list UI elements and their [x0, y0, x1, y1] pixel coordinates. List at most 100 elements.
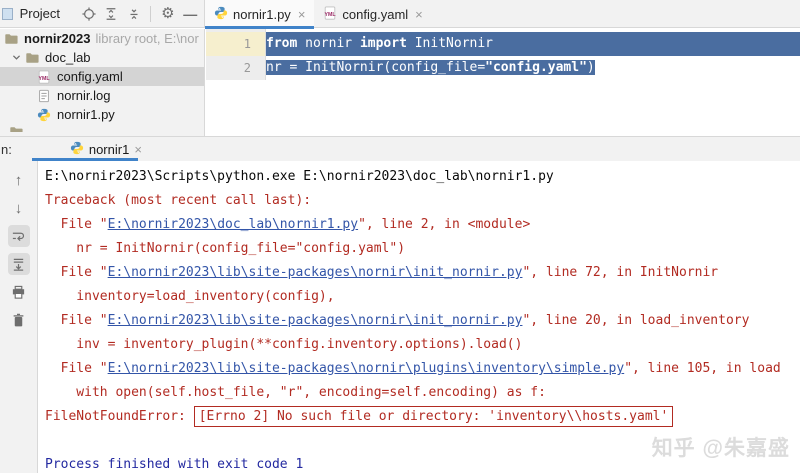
tab-close-icon[interactable]: × [415, 7, 423, 22]
yml-file-icon: YML [323, 5, 337, 23]
console-toolbar: ↑ ↓ [0, 161, 38, 473]
code-token: import [359, 36, 407, 51]
tree-item-nornir2023[interactable]: nornir2023 library root, E:\nor [0, 29, 204, 48]
console-line: File "E:\nornir2023\lib\site-packages\no… [45, 357, 800, 381]
run-panel-header: n: nornir1 × [0, 137, 800, 161]
console-text: ", line 105, in load [624, 361, 781, 376]
tree-item-label: nornir1.py [57, 107, 115, 122]
tree-item-label: config.yaml [57, 69, 123, 84]
log-icon [36, 88, 52, 104]
console-line: File "E:\nornir2023\lib\site-packages\no… [45, 261, 800, 285]
stacktrace-file-link[interactable]: E:\nornir2023\lib\site-packages\nornir\i… [108, 265, 523, 280]
project-panel-title: Project [19, 6, 61, 21]
code-line[interactable]: nr = InitNornir(config_file="config.yaml… [266, 56, 800, 80]
clear-all-icon[interactable] [8, 309, 30, 331]
console-output[interactable]: E:\nornir2023\Scripts\python.exe E:\norn… [38, 161, 800, 473]
top-bar: Project ⚙ — nornir1.py × YML config.yaml × [0, 0, 800, 29]
code-editor[interactable]: 12 from nornir import InitNornir nr = Ini… [206, 29, 800, 136]
tree-item-config.yaml[interactable]: YML config.yaml [0, 67, 204, 86]
console-text: ", line 2, in <module> [358, 217, 531, 232]
down-icon[interactable]: ↓ [8, 197, 30, 219]
console-line: nr = InitNornir(config_file="config.yaml… [45, 237, 800, 261]
console-text: nr = InitNornir(config_file="config.yaml… [45, 241, 406, 256]
tree-item-clipped[interactable] [0, 124, 204, 132]
console-line: Traceback (most recent call last): [45, 189, 800, 213]
tool-window-icon [2, 7, 13, 20]
tree-item-suffix: library root, E:\nor [95, 31, 199, 46]
stacktrace-file-link[interactable]: E:\nornir2023\doc_lab\nornir1.py [108, 217, 358, 232]
settings-gear-icon[interactable]: ⚙ [160, 5, 175, 23]
rerun-up-icon[interactable]: ↑ [8, 169, 30, 191]
py-icon [36, 107, 52, 123]
divider [150, 5, 152, 22]
tree-item-label: nornir2023 [24, 31, 91, 46]
line-number: 1 [206, 32, 265, 56]
console-line: Process finished with exit code 1 [45, 453, 800, 473]
chevron-down-icon[interactable] [8, 52, 24, 63]
project-tree: nornir2023 library root, E:\nor doc_lab YML… [0, 29, 205, 136]
py-file-icon [214, 6, 228, 23]
console-text: FileNotFoundError: [45, 409, 194, 424]
console-text: Traceback (most recent call last): [45, 193, 312, 208]
tab-label: config.yaml [342, 6, 409, 22]
code-token: nornir [297, 36, 360, 51]
error-message-box: [Errno 2] No such file or directory: 'in… [193, 406, 674, 427]
tab-close-icon[interactable]: × [298, 7, 306, 22]
project-panel-header: Project ⚙ — [0, 0, 205, 27]
editor-tab-config.yaml[interactable]: YML config.yaml × [314, 0, 431, 28]
tab-close-icon[interactable]: × [134, 142, 142, 157]
console-line: inventory=load_inventory(config), [45, 285, 800, 309]
folder-icon [8, 124, 24, 132]
console-text: File " [45, 313, 108, 328]
code-token: "config.yaml" [485, 60, 587, 75]
console-line: inv = inventory_plugin(**config.inventor… [45, 333, 800, 357]
console-text: inv = inventory_plugin(**config.inventor… [45, 337, 523, 352]
console-text: with open(self.host_file, "r", encoding=… [45, 385, 546, 400]
console-text: File " [45, 361, 108, 376]
console-line: FileNotFoundError: [Errno 2] No such fil… [45, 405, 800, 429]
svg-text:YML: YML [325, 12, 337, 18]
folder-icon [3, 31, 19, 47]
hide-panel-icon[interactable]: — [183, 5, 198, 23]
editor-tab-bar: nornir1.py × YML config.yaml × [205, 0, 432, 29]
run-tool-window: n: nornir1 × ↑ ↓ E:\nornir2023\Scripts\pyt… [0, 136, 800, 473]
collapse-all-icon[interactable] [126, 5, 141, 23]
folder-icon [24, 50, 40, 66]
console-text: File " [45, 265, 108, 280]
console-text: E:\nornir2023\Scripts\python.exe E:\norn… [45, 169, 554, 184]
expand-all-icon[interactable] [103, 5, 118, 23]
soft-wrap-icon[interactable] [7, 225, 30, 247]
code-token: from [266, 36, 298, 51]
line-number: 2 [243, 61, 251, 75]
console-line: with open(self.host_file, "r", encoding=… [45, 381, 800, 405]
console-text: ", line 72, in InitNornir [522, 265, 719, 280]
tree-item-label: nornir.log [57, 88, 111, 103]
editor-code-area[interactable]: from nornir import InitNornir nr = InitNo… [266, 29, 800, 80]
console-text: Process finished with exit code 1 [45, 457, 304, 472]
console-line: E:\nornir2023\Scripts\python.exe E:\norn… [45, 165, 800, 189]
svg-text:YML: YML [38, 76, 50, 82]
yml-icon: YML [36, 69, 52, 85]
locate-file-icon[interactable] [81, 5, 96, 23]
stacktrace-file-link[interactable]: E:\nornir2023\lib\site-packages\nornir\p… [108, 361, 625, 376]
editor-tab-nornir1.py[interactable]: nornir1.py × [205, 0, 315, 29]
tree-item-label: doc_lab [45, 50, 91, 65]
console-line: File "E:\nornir2023\doc_lab\nornir1.py",… [45, 213, 800, 237]
run-tab-nornir1[interactable]: nornir1 × [31, 137, 150, 161]
code-line[interactable]: from nornir import InitNornir [266, 32, 800, 56]
code-token: nr = InitNornir(config_file= [266, 60, 486, 75]
tree-item-doc_lab[interactable]: doc_lab [0, 48, 204, 67]
console-text: inventory=load_inventory(config), [45, 289, 335, 304]
editor-gutter: 12 [206, 29, 266, 80]
scroll-to-end-icon[interactable] [7, 253, 30, 275]
console-text: ", line 20, in load_inventory [522, 313, 750, 328]
console-line: File "E:\nornir2023\lib\site-packages\no… [45, 309, 800, 333]
run-panel-label: n: [1, 141, 12, 157]
print-icon[interactable] [8, 281, 30, 303]
stacktrace-file-link[interactable]: E:\nornir2023\lib\site-packages\nornir\i… [108, 313, 523, 328]
code-token: ) [586, 60, 595, 75]
tree-item-nornir.log[interactable]: nornir.log [0, 86, 204, 105]
code-token: InitNornir [406, 36, 493, 51]
tree-item-nornir1.py[interactable]: nornir1.py [0, 105, 204, 124]
